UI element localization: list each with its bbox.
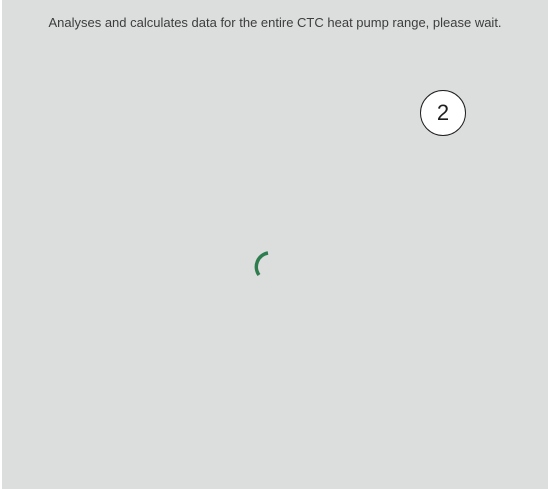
spinner-arc [254,251,269,277]
step-number-badge: 2 [420,90,466,136]
loading-message: Analyses and calculates data for the ent… [48,15,502,30]
loading-panel: Analyses and calculates data for the ent… [2,0,548,489]
loading-spinner-icon [254,251,269,277]
